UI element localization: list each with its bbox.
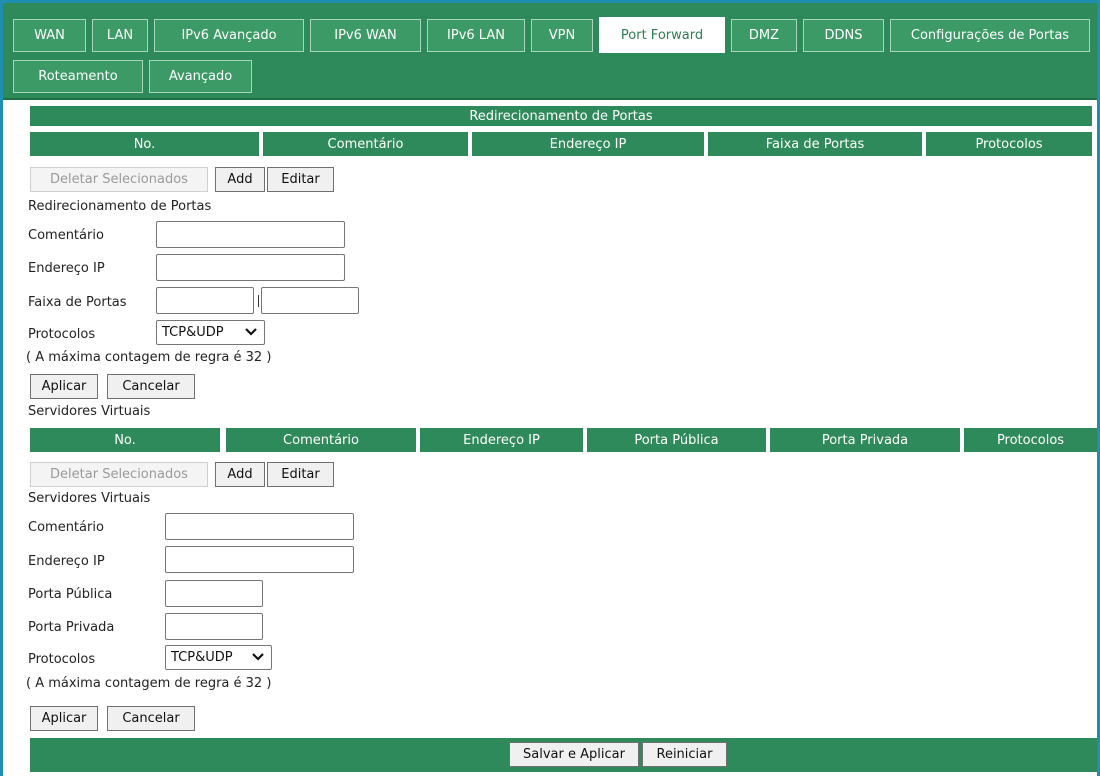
chevron-down-icon — [252, 653, 264, 661]
column-header-protocolos: Protocolos — [926, 132, 1092, 156]
pf-protocol-selected-value: TCP&UDP — [162, 325, 224, 340]
pf-port-range-label: Faixa de Portas — [28, 295, 127, 310]
vs-edit-button[interactable]: Editar — [267, 462, 334, 487]
column-header-porta-privada: Porta Privada — [770, 428, 960, 452]
vs-ip-label: Endereço IP — [28, 554, 105, 569]
pf-comment-label: Comentário — [28, 228, 104, 243]
save-and-apply-button[interactable]: Salvar e Aplicar — [509, 742, 639, 767]
nav-tab-bar: WAN LAN IPv6 Avançado IPv6 WAN IPv6 LAN … — [3, 3, 1097, 100]
port-forward-table-header: No. Comentário Endereço IP Faixa de Port… — [30, 132, 1092, 156]
port-forward-table-title: Redirecionamento de Portas — [30, 106, 1092, 126]
pf-port-range-end-input[interactable] — [261, 287, 359, 314]
pf-edit-button[interactable]: Editar — [267, 167, 334, 192]
pf-cancel-button[interactable]: Cancelar — [107, 374, 195, 399]
vs-protocol-select[interactable]: TCP&UDP — [165, 645, 272, 670]
vs-section-title: Servidores Virtuais — [28, 404, 151, 419]
vs-delete-selected-button: Deletar Selecionados — [30, 462, 208, 487]
tab-vpn[interactable]: VPN — [531, 19, 593, 52]
vs-apply-button[interactable]: Aplicar — [30, 706, 98, 731]
column-header-comentario: Comentário — [226, 428, 416, 452]
content-area: Redirecionamento de Portas No. Comentári… — [3, 100, 1097, 776]
chevron-down-icon — [245, 328, 257, 336]
vs-protocol-label: Protocolos — [28, 652, 96, 667]
pf-add-button[interactable]: Add — [215, 167, 265, 192]
tab-wan[interactable]: WAN — [13, 19, 86, 52]
vs-max-rules-note: ( A máxima contagem de regra é 32 ) — [26, 676, 272, 691]
column-header-no: No. — [30, 428, 220, 452]
vs-table-header: No. Comentário Endereço IP Porta Pública… — [30, 428, 1097, 452]
vs-public-port-input[interactable] — [165, 580, 263, 607]
vs-private-port-label: Porta Privada — [28, 620, 115, 635]
restart-button[interactable]: Reiniciar — [642, 742, 727, 767]
column-header-comentario: Comentário — [263, 132, 468, 156]
footer-action-bar: Salvar e Aplicar Reiniciar — [30, 738, 1097, 772]
column-header-porta-publica: Porta Pública — [587, 428, 766, 452]
tab-ddns[interactable]: DDNS — [803, 19, 884, 52]
column-header-endereco-ip: Endereço IP — [420, 428, 583, 452]
column-header-endereco-ip: Endereço IP — [472, 132, 704, 156]
pf-delete-selected-button: Deletar Selecionados — [30, 167, 208, 192]
vs-comment-label: Comentário — [28, 520, 104, 535]
vs-comment-input[interactable] — [165, 513, 354, 540]
tab-ipv6-avancado[interactable]: IPv6 Avançado — [154, 19, 304, 52]
vs-form-title: Servidores Virtuais — [28, 491, 151, 506]
pf-form-title: Redirecionamento de Portas — [28, 199, 212, 214]
tab-ipv6-wan[interactable]: IPv6 WAN — [310, 19, 421, 52]
pf-ip-label: Endereço IP — [28, 261, 105, 276]
tab-avancado[interactable]: Avançado — [149, 60, 252, 93]
vs-cancel-button[interactable]: Cancelar — [107, 706, 195, 731]
pf-protocol-select[interactable]: TCP&UDP — [156, 320, 265, 345]
tab-ipv6-lan[interactable]: IPv6 LAN — [427, 19, 525, 52]
tab-roteamento[interactable]: Roteamento — [13, 60, 143, 93]
pf-protocol-label: Protocolos — [28, 327, 96, 342]
column-header-no: No. — [30, 132, 259, 156]
vs-public-port-label: Porta Pública — [28, 587, 113, 602]
tab-lan[interactable]: LAN — [92, 19, 148, 52]
vs-ip-input[interactable] — [165, 546, 354, 573]
pf-port-range-start-input[interactable] — [156, 287, 254, 314]
column-header-protocolos: Protocolos — [964, 428, 1097, 452]
tab-configuracoes-de-portas[interactable]: Configurações de Portas — [890, 19, 1090, 52]
pf-max-rules-note: ( A máxima contagem de regra é 32 ) — [26, 350, 272, 365]
vs-add-button[interactable]: Add — [215, 462, 265, 487]
pf-apply-button[interactable]: Aplicar — [30, 374, 98, 399]
column-header-faixa-de-portas: Faixa de Portas — [708, 132, 922, 156]
vs-private-port-input[interactable] — [165, 613, 263, 640]
tab-dmz[interactable]: DMZ — [731, 19, 797, 52]
tab-port-forward[interactable]: Port Forward — [599, 17, 725, 53]
pf-comment-input[interactable] — [156, 221, 345, 248]
vs-protocol-selected-value: TCP&UDP — [171, 650, 233, 665]
pf-ip-input[interactable] — [156, 254, 345, 281]
pf-port-range-separator — [258, 295, 259, 307]
